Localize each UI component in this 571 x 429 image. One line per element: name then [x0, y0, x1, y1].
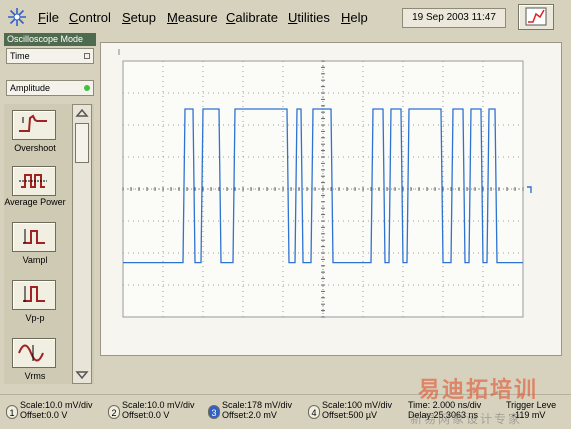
menu-file[interactable]: File	[38, 10, 59, 25]
channel-1-badge: 1	[6, 405, 18, 419]
menu-utilities[interactable]: Utilities	[288, 10, 330, 25]
vpp-button[interactable]	[12, 280, 56, 310]
waveform-icon	[525, 7, 547, 26]
graticule	[118, 49, 532, 318]
menu-control[interactable]: Control	[69, 10, 111, 25]
timebase-setting[interactable]: Time: 2.000 ns/div Delay:25.3063 ns	[408, 400, 481, 420]
menu-help[interactable]: Help	[341, 10, 368, 25]
time-dropdown[interactable]: Time	[6, 48, 94, 64]
vrms-icon	[18, 344, 44, 362]
menu-measure[interactable]: Measure	[167, 10, 218, 25]
menu-setup[interactable]: Setup	[122, 10, 156, 25]
vrms-button[interactable]	[12, 338, 56, 368]
trigger-level-marker	[527, 186, 532, 193]
channel-3-setting[interactable]: 3 Scale:178 mV/div Offset:2.0 mV	[208, 400, 304, 426]
mode-title: Oscilloscope Mode	[4, 33, 96, 46]
date-time-display: 19 Sep 2003 11:47	[402, 8, 506, 28]
overshoot-label: Overshoot	[14, 143, 56, 153]
vampl-button[interactable]	[12, 222, 56, 252]
scroll-up-icon[interactable]	[75, 108, 89, 118]
channel-2-setting[interactable]: 2 Scale:10.0 mV/div Offset:0.0 V	[108, 400, 204, 426]
measurement-scrollbar[interactable]	[72, 104, 92, 384]
vampl-label: Vampl	[22, 255, 48, 265]
average-power-button[interactable]	[12, 166, 56, 196]
vamptd-icon	[23, 229, 45, 244]
channel-4-scale-offset: Scale:100 mV/div Offset:500 µV	[322, 400, 393, 420]
trigger-level-setting[interactable]: Trigger Leve -119 mV	[506, 400, 556, 420]
overshoot-icon	[19, 114, 47, 132]
amplitude-dropdown[interactable]: Amplitude	[6, 80, 94, 96]
channel-3-scale-offset: Scale:178 mV/div Offset:2.0 mV	[222, 400, 293, 420]
average-power-icon	[19, 174, 47, 188]
channel-3-badge: 3	[208, 405, 220, 419]
scroll-thumb[interactable]	[75, 123, 89, 163]
time-dropdown-label: Time	[10, 51, 30, 61]
channel-4-badge: 4	[308, 405, 320, 419]
channel-1-setting[interactable]: 1 Scale:10.0 mV/div Offset:0.0 V	[6, 400, 102, 426]
channel-2-scale-offset: Scale:10.0 mV/div Offset:0.0 V	[122, 400, 195, 420]
overshoot-button[interactable]	[12, 110, 56, 140]
channel-2-badge: 2	[108, 405, 120, 419]
vrms-label: Vrms	[24, 371, 46, 381]
average-power-label: Average Power	[4, 197, 66, 207]
status-led-icon	[84, 85, 90, 91]
menu-bar: File Control Setup Measure Calibrate Uti…	[0, 0, 571, 34]
dropdown-toggle-icon	[84, 53, 90, 59]
app-logo-icon[interactable]	[6, 6, 28, 28]
menu-calibrate[interactable]: Calibrate	[226, 10, 278, 25]
scroll-down-icon[interactable]	[75, 370, 89, 380]
channel-4-setting[interactable]: 4 Scale:100 mV/div Offset:500 µV	[308, 400, 404, 426]
amplitude-dropdown-label: Amplitude	[10, 83, 51, 93]
waveform-view-button[interactable]	[518, 4, 554, 30]
vpp-icon	[23, 286, 45, 302]
vpp-label: Vp-p	[25, 313, 45, 323]
waveform-display[interactable]	[100, 42, 562, 356]
status-bar: 1 Scale:10.0 mV/div Offset:0.0 V 2 Scale:…	[0, 394, 571, 429]
channel-1-scale-offset: Scale:10.0 mV/div Offset:0.0 V	[20, 400, 93, 420]
